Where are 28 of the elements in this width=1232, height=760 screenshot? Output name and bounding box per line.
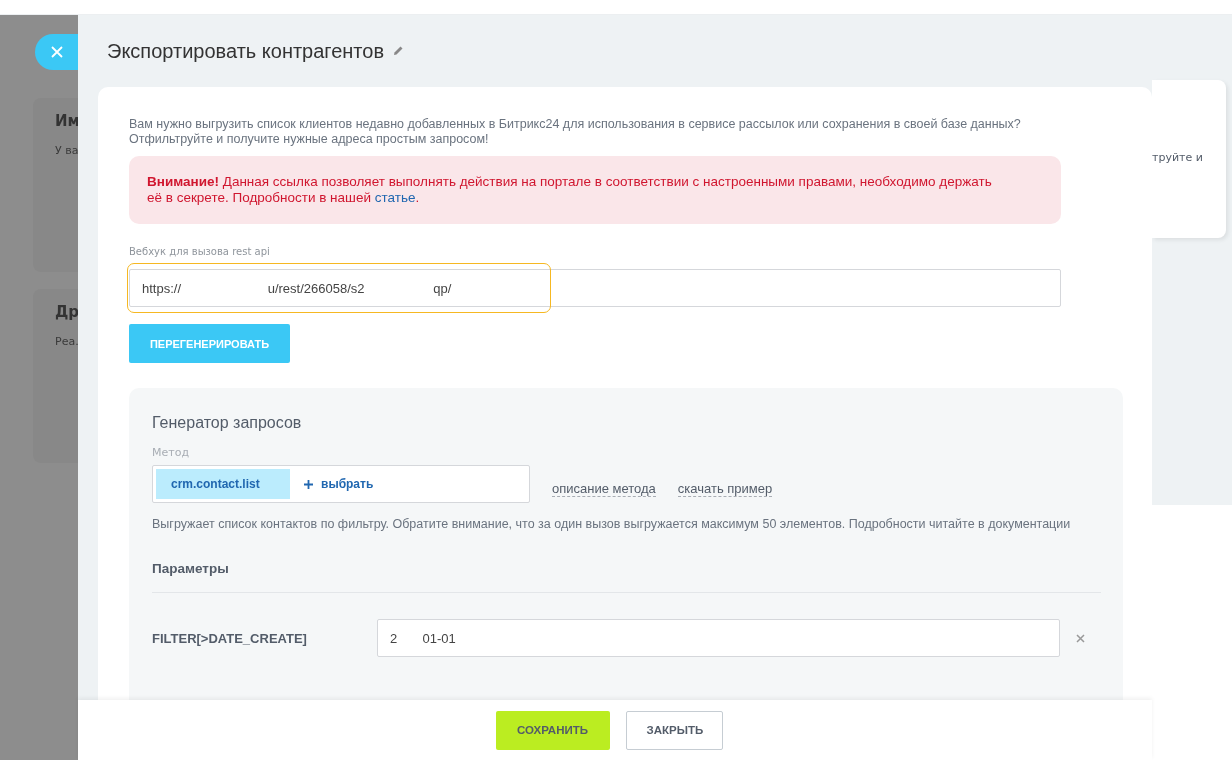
remove-icon[interactable] bbox=[1076, 633, 1085, 643]
panel-title: Экспортировать контрагентов bbox=[107, 39, 385, 63]
card-text: Реа. bbox=[55, 335, 78, 348]
close-button[interactable] bbox=[35, 34, 78, 70]
webhook-field[interactable]: https:// u/rest/266058/s2 qp/ bbox=[129, 269, 1061, 307]
generator-title: Генератор запросов bbox=[152, 414, 303, 432]
card-text: труйте и bbox=[1152, 151, 1203, 164]
close-icon bbox=[50, 46, 63, 58]
choose-link[interactable]: выбрать bbox=[304, 477, 374, 491]
warning-text: Внимание! Данная ссылка позволяет выполнять действия на портале в соответствии с настроенными правами, необходимо держать её в секрете. Подробности в нашей статье. bbox=[147, 174, 993, 206]
plus-icon bbox=[304, 479, 313, 489]
card-title: Др bbox=[55, 303, 78, 321]
method-description: Выгружает список контактов по фильтру. Обратите внимание, что за один вызов выгружается максимум 50 элементов. Подробности читайте в документации bbox=[152, 517, 1072, 532]
save-button[interactable]: СОХРАНИТЬ bbox=[495, 710, 610, 750]
method-label: Метод bbox=[152, 446, 190, 459]
card-text: У ва bbox=[55, 144, 78, 157]
webhook-label: Вебхук для вызова rest api bbox=[129, 246, 271, 257]
dashed-link[interactable]: описание метода bbox=[552, 481, 656, 497]
pencil-icon[interactable] bbox=[392, 45, 405, 57]
card-title: Им bbox=[55, 112, 78, 130]
parameter-name: FILTER[>DATE_CREATE] bbox=[152, 630, 308, 646]
dashed-link[interactable]: скачать пример bbox=[677, 481, 773, 497]
method-field[interactable]: crm.contact.list выбрать bbox=[152, 465, 530, 503]
parameter-field[interactable]: 2 01-01 bbox=[377, 619, 1060, 657]
close-dialog-button[interactable]: ЗАКРЫТЬ bbox=[625, 710, 723, 750]
method-tag: crm.contact.list bbox=[156, 469, 290, 499]
parameters-heading: Параметры bbox=[152, 561, 230, 576]
intro-text: Вам нужно выгрузить список клиентов недавно добавленных в Битрикс24 для использования в сервисе рассылок или сохранения в своей базе данных? Отфильтруйте и получите нужные адреса простым запросом! bbox=[129, 117, 1022, 147]
